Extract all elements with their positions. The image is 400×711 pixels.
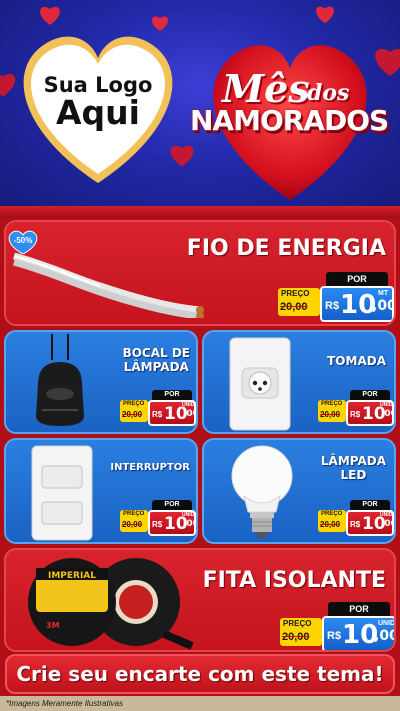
price-cents: ,00	[183, 519, 198, 529]
product-title-line1: BOCAL DE	[122, 346, 190, 360]
old-price-box: PREÇO 20,00	[318, 400, 346, 422]
header-banner: Sua Logo Aqui Mês dos NAMORADOS	[0, 0, 400, 212]
tape-image: IMPERIAL 3M	[28, 558, 194, 650]
currency-symbol: R$	[327, 630, 342, 642]
product-title-line1: LÂMPADA	[320, 454, 386, 468]
price-tag: POR PREÇO 20,00 R$ 10 ,00 MT	[278, 272, 394, 324]
product-card-interruptor[interactable]: INTERRUPTOR POR PREÇO 20,00 R$ 10 ,00 UN…	[4, 438, 198, 544]
tape-brand-label: IMPERIAL	[48, 571, 96, 581]
por-label: POR	[350, 500, 390, 510]
outlet-image	[229, 337, 291, 431]
price-cents: ,00	[381, 409, 396, 419]
price-unit: UNID	[380, 512, 393, 518]
product-card-tomada[interactable]: TOMADA POR PREÇO 20,00 R$ 10 ,00 UNID	[202, 330, 396, 434]
old-price: 20,00	[122, 410, 143, 419]
old-price-box: PREÇO 20,00	[120, 510, 148, 532]
product-title-line2: LÂMPADA	[123, 360, 189, 375]
theme-title-dos: dos	[307, 80, 350, 106]
price-cents: ,00	[381, 519, 396, 529]
old-price-box: PREÇO 20,00	[280, 618, 322, 646]
divider-band	[0, 206, 400, 218]
cta-banner[interactable]: Crie seu encarte com este tema!	[5, 654, 395, 694]
por-label: POR	[328, 602, 390, 616]
price-unit: UNID	[380, 402, 393, 408]
currency-symbol: R$	[152, 520, 163, 529]
product-card-fio[interactable]: FIO DE ENERGIA POR PREÇO 20,00 R$ 10 ,00…	[4, 220, 396, 326]
preco-label: PREÇO	[321, 401, 343, 407]
currency-symbol: R$	[350, 520, 361, 529]
price-unit: UNID	[378, 620, 396, 627]
switch-image	[31, 445, 93, 541]
current-price: R$ 10 ,00 UNID	[322, 616, 396, 650]
old-price: 20,00	[280, 301, 308, 313]
price-tag: POR PREÇO 20,00 R$ 10 ,00 UNID	[120, 500, 196, 540]
por-label: POR	[350, 390, 390, 400]
product-card-lampada[interactable]: LÂMPADA LED POR PREÇO 20,00 R$ 10 ,00 UN…	[202, 438, 396, 544]
product-title: BOCAL DE LÂMPADA	[123, 346, 190, 375]
logo-placeholder[interactable]: Sua Logo Aqui	[12, 74, 184, 131]
price-unit: MT	[378, 290, 389, 297]
tape-brand2-label: 3M	[46, 621, 60, 630]
price-integer: 10	[340, 290, 377, 320]
product-title: INTERRUPTOR	[110, 462, 190, 473]
product-title: TOMADA	[327, 354, 386, 368]
currency-symbol: R$	[152, 410, 163, 419]
product-title-line2: LED	[340, 468, 367, 483]
preco-label: PREÇO	[281, 289, 310, 298]
price-cents: ,00	[372, 298, 396, 314]
price-tag: POR PREÇO 20,00 R$ 10 ,00 UNID	[120, 390, 196, 430]
old-price: 20,00	[320, 520, 341, 529]
price-cents: ,00	[374, 628, 394, 644]
por-label: POR	[152, 390, 192, 400]
product-card-bocal[interactable]: BOCAL DE LÂMPADA POR PREÇO 20,00 R$ 10 ,…	[4, 330, 198, 434]
current-price: R$ 10 ,00 UNID	[148, 510, 196, 536]
price-unit: UNID	[182, 402, 195, 408]
wire-image	[13, 252, 204, 318]
led-bulb-image	[231, 445, 293, 538]
por-label: POR	[326, 272, 388, 286]
old-price: 20,00	[320, 410, 341, 419]
current-price: R$ 10 ,00 UNID	[346, 510, 394, 536]
price-unit: UNID	[182, 512, 195, 518]
price-integer: 10	[342, 620, 379, 650]
current-price: R$ 10 ,00 UNID	[148, 400, 196, 426]
old-price-box: PREÇO 20,00	[318, 510, 346, 532]
heart-icon	[40, 6, 60, 25]
discount-badge-text: -50%	[13, 236, 33, 245]
por-label: POR	[152, 500, 192, 510]
price-cents: ,00	[183, 409, 198, 419]
price-tag: POR PREÇO 20,00 R$ 10 ,00 UNID	[318, 390, 394, 430]
theme-title-namorados: NAMORADOS	[190, 104, 389, 137]
heart-icon	[316, 6, 334, 24]
disclaimer-text: *Imagens Meramente Ilustrativas	[0, 696, 400, 711]
preco-label: PREÇO	[123, 401, 145, 407]
currency-symbol: R$	[350, 410, 361, 419]
old-price: 20,00	[122, 520, 143, 529]
current-price: R$ 10 ,00 MT	[320, 286, 394, 322]
product-title: FITA ISOLANTE	[202, 568, 386, 593]
product-card-fita[interactable]: IMPERIAL 3M FITA ISOLANTE POR PREÇO 20,0…	[4, 548, 396, 652]
product-title: LÂMPADA LED	[321, 454, 386, 483]
preco-label: PREÇO	[321, 511, 343, 517]
product-title: FIO DE ENERGIA	[186, 236, 386, 261]
old-price-box: PREÇO 20,00	[120, 400, 148, 422]
price-tag: POR PREÇO 20,00 R$ 10 ,00 UNID	[318, 500, 394, 540]
currency-symbol: R$	[325, 300, 340, 312]
old-price-box: PREÇO 20,00	[278, 288, 320, 316]
preco-label: PREÇO	[123, 511, 145, 517]
socket-image	[36, 334, 84, 426]
old-price: 20,00	[282, 631, 310, 643]
logo-line2: Aqui	[56, 93, 140, 133]
current-price: R$ 10 ,00 UNID	[346, 400, 394, 426]
preco-label: PREÇO	[283, 619, 312, 628]
price-tag: POR PREÇO 20,00 R$ 10 ,00 UNID	[280, 602, 396, 650]
